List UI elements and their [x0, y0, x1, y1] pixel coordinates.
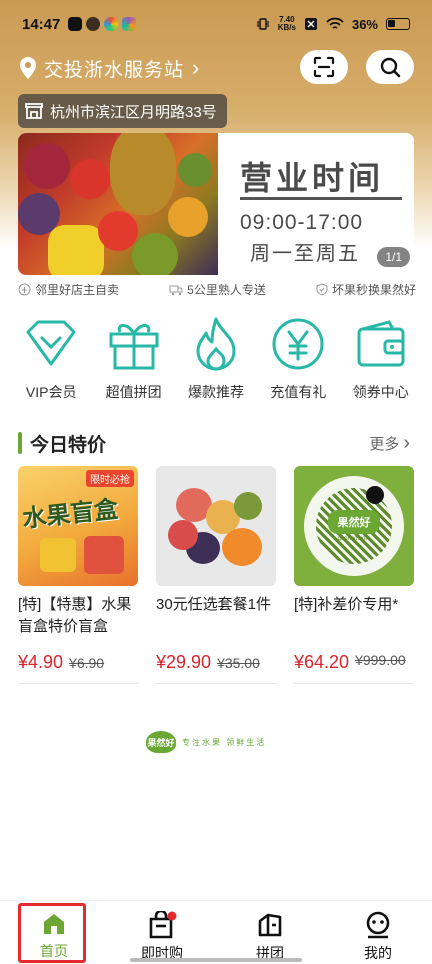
feature-item: 5公里熟人专送 [169, 281, 266, 298]
tab-profile[interactable]: 我的 [338, 901, 418, 964]
address-text: 杭州市滨江区月明路33号 [50, 103, 217, 121]
banner-page-indicator: 1/1 [377, 247, 410, 267]
bluetooth-off-icon [304, 18, 317, 30]
menu-label: 爆款推荐 [187, 384, 244, 400]
feature-item: 坏果秒换果然好 [316, 281, 416, 298]
product-price: ¥29.90 [156, 652, 212, 672]
diamond-icon [26, 320, 76, 366]
app-icon [104, 17, 119, 31]
app-icon [86, 17, 101, 31]
product-name: [特]【特惠】水果盲盒特价盲盒 [18, 596, 132, 635]
brand-footer: 果然好 专注水果 领鲜生活 [146, 726, 296, 758]
banner-hours: 09:00-17:00 [240, 211, 364, 234]
brand-slogan: 专注水果 领鲜生活 [182, 737, 267, 747]
location-pin-icon [20, 57, 36, 79]
quick-menu: VIP会员 超值拼团 爆款推荐 充值有礼 领券中心 [0, 316, 432, 412]
status-time: 14:47 [22, 15, 61, 33]
store-icon [25, 103, 43, 119]
product-original-price: ¥6.90 [69, 655, 105, 671]
search-icon [380, 57, 401, 78]
banner-days: 周一至周五 [250, 243, 360, 265]
app-icon [122, 17, 137, 31]
delivery-icon [169, 285, 183, 295]
thumb-icon [18, 283, 31, 295]
net-speed: 7.40 KB/s [277, 15, 296, 32]
tiktok-icon [68, 17, 83, 31]
tab-group[interactable]: 拼团 [230, 901, 310, 964]
daily-deals-header: 今日特价 更多 › [18, 430, 410, 456]
business-hours-banner[interactable]: 营业时间 09:00-17:00 周一至周五 1/1 [18, 133, 414, 275]
more-link[interactable]: 更多 › [369, 432, 410, 455]
wifi-icon [326, 17, 344, 29]
tab-instant-buy[interactable]: 即时购 [122, 901, 202, 964]
chevron-right-icon[interactable]: › [192, 55, 199, 81]
tab-label: 我的 [364, 945, 392, 961]
store-address[interactable]: 杭州市滨江区月明路33号 [18, 94, 227, 128]
product-price: ¥64.20 [294, 652, 350, 672]
wallet-icon [357, 320, 405, 367]
tiktok-icon [366, 486, 384, 504]
feature-strip: 邻里好店主自卖 5公里熟人专送 坏果秒换果然好 [18, 279, 416, 299]
product-image: 限时必抢 水果盲盒 [18, 466, 138, 586]
home-indicator [130, 958, 302, 962]
status-bar: 14:47 7.40 KB/s 36% [0, 0, 432, 48]
product-name: [特]补差价专用* [294, 596, 399, 613]
feature-item: 邻里好店主自卖 [18, 281, 119, 298]
product-original-price: ¥999.00 [355, 652, 406, 668]
menu-recharge[interactable]: 充值有礼 [259, 316, 337, 412]
product-original-price: ¥35.00 [217, 655, 260, 671]
location-bar: 交投浙水服务站 › [18, 50, 418, 86]
profile-icon [366, 911, 390, 939]
gift-icon [109, 324, 159, 370]
product-price: ¥4.90 [18, 652, 64, 672]
menu-label: 领券中心 [352, 384, 409, 400]
store-name[interactable]: 交投浙水服务站 [44, 55, 184, 82]
menu-coupons[interactable]: 领券中心 [342, 316, 420, 412]
group-icon [258, 913, 282, 937]
divider [18, 683, 138, 684]
feature-label: 邻里好店主自卖 [35, 282, 120, 297]
divider [294, 683, 414, 684]
menu-group-buy[interactable]: 超值拼团 [95, 316, 173, 412]
product-image [156, 466, 276, 586]
shield-icon [316, 282, 328, 296]
feature-label: 5公里熟人专送 [187, 282, 266, 297]
menu-hot[interactable]: 爆款推荐 [177, 316, 255, 412]
divider [156, 683, 276, 684]
product-list: 限时必抢 水果盲盒 [特]【特惠】水果盲盒特价盲盒 ¥4.90 ¥6.90 30… [18, 466, 414, 684]
menu-label: 超值拼团 [105, 384, 162, 400]
yen-icon [272, 318, 324, 370]
scan-button[interactable] [300, 50, 348, 84]
status-app-icons [68, 17, 137, 31]
brand-logo: 果然好 [146, 731, 176, 753]
banner-title: 营业时间 [240, 160, 385, 196]
menu-vip[interactable]: VIP会员 [12, 316, 90, 412]
battery-percent: 36% [351, 16, 378, 32]
banner-divider [240, 197, 402, 200]
battery-icon [386, 18, 410, 30]
scan-icon [313, 56, 335, 78]
section-accent-bar [18, 432, 22, 454]
fruit-image [18, 133, 218, 275]
product-image: 果然好 guohao.com [294, 466, 414, 586]
flame-icon [196, 317, 236, 371]
vibrate-icon [257, 18, 269, 30]
product-card[interactable]: 限时必抢 水果盲盒 [特]【特惠】水果盲盒特价盲盒 ¥4.90 ¥6.90 [18, 466, 138, 684]
instant-buy-icon [149, 911, 177, 939]
search-button[interactable] [366, 50, 414, 84]
menu-label: 充值有礼 [270, 384, 327, 400]
chevron-right-icon: › [403, 431, 410, 454]
product-name: 30元任选套餐1件 [156, 596, 272, 613]
product-card[interactable]: 果然好 guohao.com [特]补差价专用* ¥64.20 ¥999.00 [294, 466, 414, 684]
menu-label: VIP会员 [25, 384, 77, 400]
product-card[interactable]: 30元任选套餐1件 ¥29.90 ¥35.00 [156, 466, 276, 684]
active-tab-highlight [18, 903, 86, 963]
section-title: 今日特价 [30, 434, 107, 456]
feature-label: 坏果秒换果然好 [331, 282, 416, 297]
